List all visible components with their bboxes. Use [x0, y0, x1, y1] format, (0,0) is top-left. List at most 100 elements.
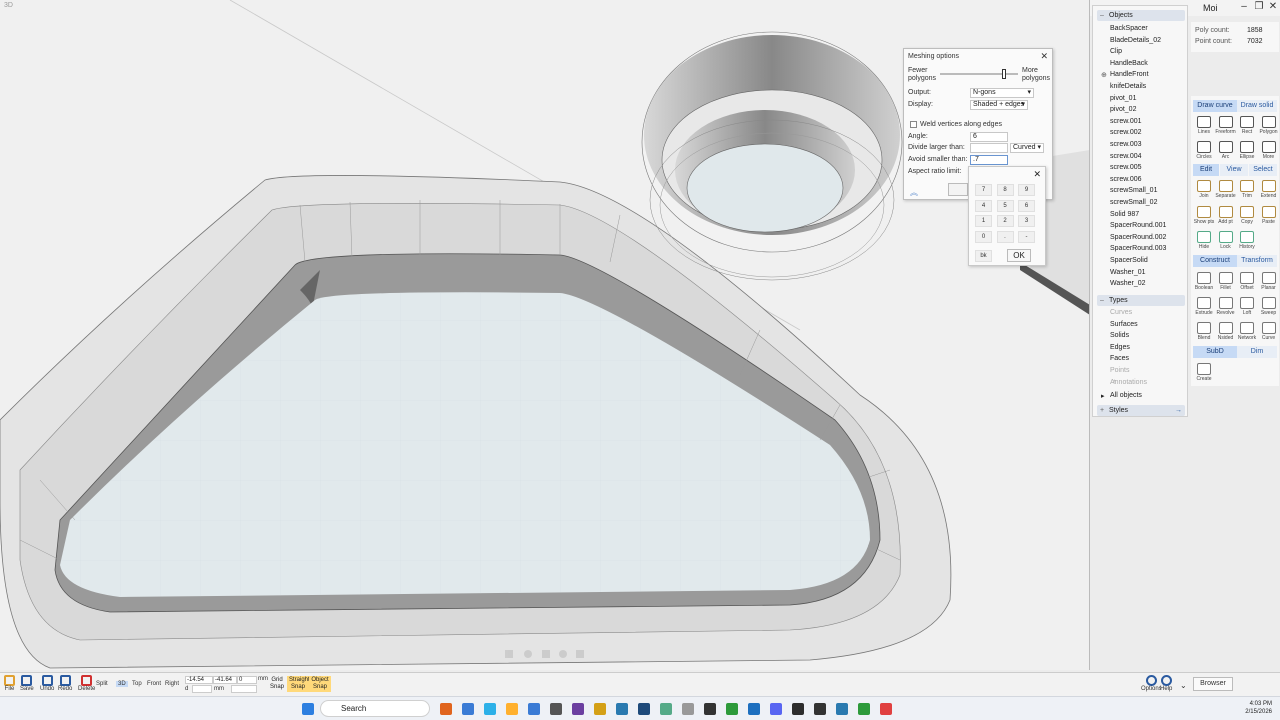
keypad-key[interactable]: . [996, 230, 1014, 243]
collapse-types-icon[interactable]: – [1100, 295, 1104, 306]
tool-network[interactable]: Network [1236, 320, 1258, 342]
keypad-key[interactable]: 0 [975, 230, 992, 243]
taskbar-app-icon[interactable] [792, 703, 804, 715]
keypad-key[interactable]: 6 [1018, 199, 1035, 212]
type-item[interactable]: Curves [1110, 309, 1132, 316]
tool-copy[interactable]: Copy [1236, 204, 1258, 226]
object-list-item[interactable]: screwSmall_02 [1110, 199, 1157, 206]
tool-add-pt[interactable]: Add pt [1215, 204, 1237, 226]
tool-arc[interactable]: Arc [1215, 139, 1237, 161]
taskbar-app-icon[interactable] [660, 703, 672, 715]
density-slider[interactable] [940, 69, 1018, 79]
dialog-button-partial[interactable] [948, 183, 968, 196]
bottom-file-button[interactable]: File [4, 675, 15, 692]
type-item[interactable]: Faces [1110, 355, 1129, 362]
taskbar-app-icon[interactable] [528, 703, 540, 715]
view-tab[interactable]: View [1220, 164, 1248, 176]
object-list-item[interactable]: knifeDetails [1110, 83, 1146, 90]
object-list-item[interactable]: SpacerRound.003 [1110, 245, 1166, 252]
tool-ellipse[interactable]: Ellipse [1236, 139, 1258, 161]
y-coordinate-field[interactable]: -41.64 [213, 676, 237, 684]
tool-boolean[interactable]: Boolean [1193, 270, 1215, 292]
clock[interactable]: 4:03 PM 2/15/2026 [1245, 700, 1272, 716]
taskbar-app-icon[interactable] [858, 703, 870, 715]
tool-lines[interactable]: Lines [1193, 114, 1215, 136]
minimize-icon[interactable]: – [1237, 1, 1251, 12]
tool-create[interactable]: Create [1193, 361, 1215, 383]
browser-button[interactable]: Browser [1193, 677, 1233, 691]
object-list-item[interactable]: screw.001 [1110, 118, 1142, 125]
object-list-item[interactable]: Clip [1110, 48, 1122, 55]
view-right-button[interactable]: Right [165, 681, 179, 687]
object-list-item[interactable]: BackSpacer [1110, 25, 1148, 32]
tool-show-pts[interactable]: Show pts [1193, 204, 1215, 226]
keypad-key[interactable]: 7 [975, 184, 992, 196]
tool-lock[interactable]: Lock [1215, 229, 1237, 251]
keypad-key[interactable]: 9 [1018, 184, 1035, 196]
type-item[interactable]: Surfaces [1110, 321, 1138, 328]
grid-snap-toggle[interactable]: Grid Snap [266, 676, 288, 692]
taskbar-app-icon[interactable] [726, 703, 738, 715]
subd-tab[interactable]: SubD [1193, 346, 1237, 358]
tool-planar[interactable]: Planar [1258, 270, 1280, 292]
bottom-save-button[interactable]: Save [20, 675, 34, 692]
taskbar-app-icon[interactable] [440, 703, 452, 715]
collapse-chevron-icon[interactable]: ⌄ [1180, 681, 1187, 690]
collapse-icon[interactable]: ︽ [910, 187, 918, 198]
start-icon[interactable] [302, 703, 314, 715]
draw-solid-tab[interactable]: Draw solid [1237, 100, 1277, 112]
select-tab[interactable]: Select [1249, 164, 1277, 176]
keypad-key[interactable]: 2 [996, 215, 1014, 227]
objects-header[interactable]: – Objects [1097, 10, 1185, 21]
object-list-item[interactable]: SpacerRound.001 [1110, 222, 1166, 229]
bottom-delete-button[interactable]: Delete [78, 675, 95, 692]
taskbar-app-icon[interactable] [748, 703, 760, 715]
keypad-key[interactable]: 5 [996, 199, 1014, 212]
object-list-item[interactable]: Solid 987 [1110, 211, 1139, 218]
tool-sweep[interactable]: Sweep [1258, 295, 1280, 317]
taskbar-search[interactable]: Search [320, 700, 430, 717]
tool-revolve[interactable]: Revolve [1215, 295, 1237, 317]
keypad-key[interactable]: 3 [1018, 215, 1035, 227]
restore-icon[interactable]: ❐ [1252, 1, 1266, 12]
x-coordinate-field[interactable]: -14.54 [185, 676, 213, 684]
view-split-button[interactable]: Split [96, 681, 108, 687]
taskbar-app-icon[interactable] [484, 703, 496, 715]
weld-checkbox[interactable] [910, 121, 917, 128]
taskbar-app-icon[interactable] [572, 703, 584, 715]
taskbar-app-icon[interactable] [814, 703, 826, 715]
taskbar-app-icon[interactable] [682, 703, 694, 715]
taskbar-app-icon[interactable] [836, 703, 848, 715]
tool-fillet[interactable]: Fillet [1215, 270, 1237, 292]
edit-tab[interactable]: Edit [1193, 164, 1219, 176]
view-top-button[interactable]: Top [132, 681, 142, 687]
lock-icon[interactable]: ⊕ [1101, 71, 1107, 79]
taskbar-app-icon[interactable] [880, 703, 892, 715]
dialog-close-icon[interactable]: ✕ [1040, 51, 1048, 62]
display-dropdown[interactable]: Shaded + edges [970, 100, 1028, 110]
object-list-item[interactable]: pivot_01 [1110, 95, 1136, 102]
angle-field[interactable] [231, 685, 257, 693]
object-list-item[interactable]: screw.005 [1110, 164, 1142, 171]
divide-mode-dropdown[interactable]: Curved [1010, 143, 1044, 153]
bottom-redo-button[interactable]: Redo [58, 675, 72, 692]
tool-polygon[interactable]: Polygon [1258, 114, 1280, 136]
object-list-item[interactable]: SpacerRound.002 [1110, 234, 1166, 241]
avoid-input[interactable]: .7 [970, 155, 1008, 165]
keypad-ok-button[interactable]: OK [1007, 249, 1031, 262]
keypad-close-icon[interactable]: ✕ [1033, 169, 1041, 180]
tool-circles[interactable]: Circles [1193, 139, 1215, 161]
tool-hide[interactable]: Hide [1193, 229, 1215, 251]
tool-freeform[interactable]: Freeform [1215, 114, 1237, 136]
collapse-objects-icon[interactable]: – [1100, 10, 1104, 21]
taskbar-app-icon[interactable] [638, 703, 650, 715]
tool-blend[interactable]: Blend [1193, 320, 1215, 342]
help-button[interactable]: Help [1160, 675, 1172, 692]
type-item[interactable]: Edges [1110, 344, 1130, 351]
object-list-item[interactable]: HandleBack [1110, 60, 1148, 67]
object-list-item[interactable]: screw.006 [1110, 176, 1142, 183]
keypad-key[interactable]: 8 [996, 184, 1014, 196]
options-button[interactable]: Options [1141, 675, 1162, 692]
tool-join[interactable]: Join [1193, 178, 1215, 200]
output-dropdown[interactable]: N-gons [970, 88, 1034, 98]
